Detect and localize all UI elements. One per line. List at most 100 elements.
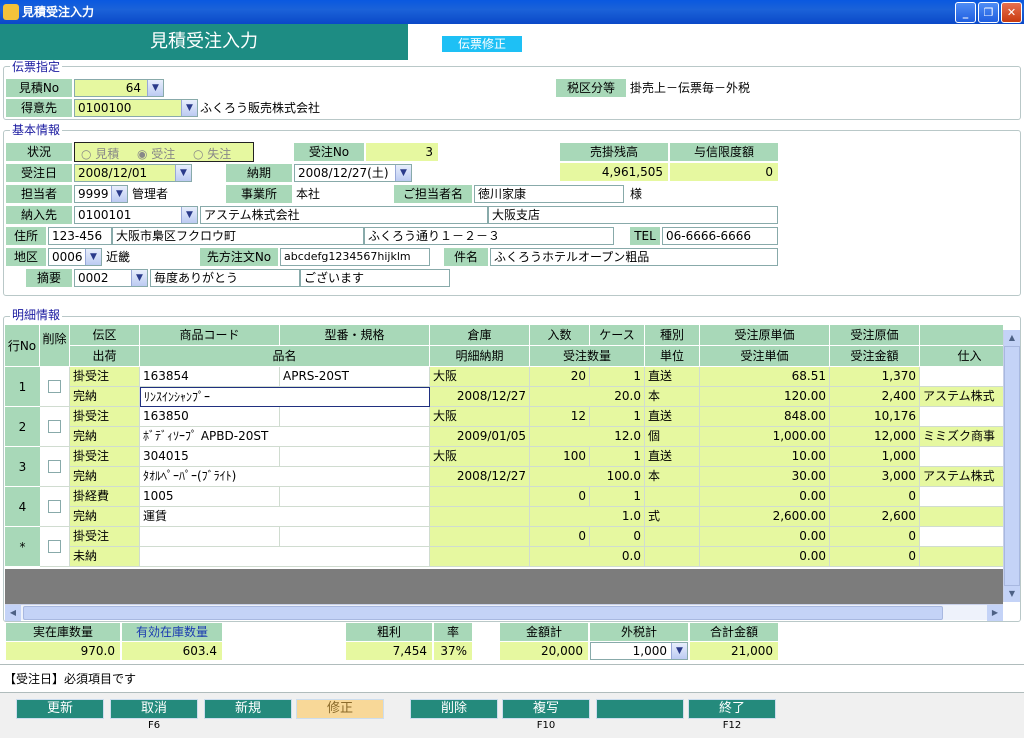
cell-tani[interactable] bbox=[645, 547, 700, 567]
cell-case[interactable]: 1 bbox=[590, 367, 645, 387]
cell-denku[interactable]: 掛受注 bbox=[70, 447, 140, 467]
fn-button-1[interactable]: 取消 bbox=[110, 699, 198, 719]
cell-soko[interactable]: 大阪 bbox=[430, 367, 530, 387]
cell-biko[interactable] bbox=[920, 367, 1003, 387]
cell-biko[interactable] bbox=[920, 527, 1003, 547]
cell-shukka[interactable]: 完納 bbox=[70, 427, 140, 447]
close-button[interactable]: ✕ bbox=[1001, 2, 1022, 23]
chevron-down-icon[interactable]: ▼ bbox=[181, 100, 197, 116]
chevron-down-icon[interactable]: ▼ bbox=[147, 80, 163, 96]
cell-tani[interactable]: 個 bbox=[645, 427, 700, 447]
cell-genka[interactable]: 1,000 bbox=[830, 447, 920, 467]
cell-iri[interactable]: 0 bbox=[530, 527, 590, 547]
cell-genka[interactable]: 1,370 bbox=[830, 367, 920, 387]
cell-shubetsu[interactable]: 直送 bbox=[645, 407, 700, 427]
cell-kata[interactable] bbox=[280, 447, 430, 467]
cell-kingaku[interactable]: 2,400 bbox=[830, 387, 920, 407]
kenmei-input[interactable]: ふくろうホテルオープン粗品 bbox=[490, 248, 778, 266]
cell-iri[interactable]: 20 bbox=[530, 367, 590, 387]
scroll-left-icon[interactable]: ◀ bbox=[5, 605, 21, 621]
cell-hinmei[interactable]: 運賃 bbox=[140, 507, 430, 527]
cell-tanka[interactable]: 120.00 bbox=[700, 387, 830, 407]
cell-code[interactable] bbox=[140, 527, 280, 547]
chevron-down-icon[interactable]: ▼ bbox=[181, 207, 197, 223]
tekiyo2-input[interactable]: ございます bbox=[300, 269, 450, 287]
cell-case[interactable]: 1 bbox=[590, 407, 645, 427]
cell-kingaku[interactable]: 3,000 bbox=[830, 467, 920, 487]
cell-hinmei[interactable]: ﾀｵﾙﾍﾟｰﾊﾟｰ(ﾌﾞﾗｲﾄ) bbox=[140, 467, 430, 487]
tekiyo-code-input[interactable]: 0002 ▼ bbox=[74, 269, 148, 287]
chiku-code-input[interactable]: 0006 ▼ bbox=[48, 248, 102, 266]
cell-hinmei[interactable] bbox=[140, 547, 430, 567]
minimize-button[interactable]: _ bbox=[955, 2, 976, 23]
cell-denku[interactable]: 掛受注 bbox=[70, 407, 140, 427]
tanto-code-input[interactable]: 9999 ▼ bbox=[74, 185, 128, 203]
cell-kata[interactable] bbox=[280, 407, 430, 427]
delete-checkbox[interactable] bbox=[48, 420, 61, 433]
fn-button-5[interactable]: 複写 bbox=[502, 699, 590, 719]
cell-kingaku[interactable]: 12,000 bbox=[830, 427, 920, 447]
cell-shiire[interactable] bbox=[920, 507, 1003, 527]
cell-shubetsu[interactable] bbox=[645, 527, 700, 547]
delete-checkbox[interactable] bbox=[48, 540, 61, 553]
scroll-thumb[interactable] bbox=[1004, 346, 1020, 586]
cell-shiire[interactable]: アステム株式 bbox=[920, 467, 1003, 487]
cell-iri[interactable]: 12 bbox=[530, 407, 590, 427]
cell-shubetsu[interactable]: 直送 bbox=[645, 447, 700, 467]
cell-biko[interactable] bbox=[920, 447, 1003, 467]
cell-iri[interactable]: 100 bbox=[530, 447, 590, 467]
row-number[interactable]: 1 bbox=[5, 367, 40, 407]
cell-biko[interactable] bbox=[920, 487, 1003, 507]
nonyu-name-input[interactable]: アステム株式会社 bbox=[200, 206, 488, 224]
cell-suryo[interactable]: 100.0 bbox=[530, 467, 645, 487]
cell-suryo[interactable]: 20.0 bbox=[530, 387, 645, 407]
cell-code[interactable]: 163854 bbox=[140, 367, 280, 387]
radio-mitsumori[interactable]: ○ 見積 bbox=[81, 145, 119, 162]
horizontal-scrollbar[interactable]: ◀ ▶ bbox=[5, 604, 1003, 621]
cell-code[interactable]: 304015 bbox=[140, 447, 280, 467]
zip-input[interactable]: 123-456 bbox=[48, 227, 112, 245]
cell-code[interactable]: 1005 bbox=[140, 487, 280, 507]
cell-kata[interactable] bbox=[280, 527, 430, 547]
fn-button-3[interactable]: 修正 bbox=[296, 699, 384, 719]
cell-case[interactable]: 0 bbox=[590, 527, 645, 547]
fn-button-6[interactable] bbox=[596, 699, 684, 719]
cell-soko[interactable]: 大阪 bbox=[430, 407, 530, 427]
cell-shubetsu[interactable]: 直送 bbox=[645, 367, 700, 387]
row-number[interactable]: 4 bbox=[5, 487, 40, 527]
cell-shiire[interactable] bbox=[920, 547, 1003, 567]
delete-checkbox[interactable] bbox=[48, 380, 61, 393]
gotanto-input[interactable]: 徳川家康 bbox=[474, 185, 624, 203]
chevron-down-icon[interactable]: ▼ bbox=[85, 249, 101, 265]
cell-kata[interactable] bbox=[280, 487, 430, 507]
cell-noki[interactable]: 2008/12/27 bbox=[430, 387, 530, 407]
cell-soko[interactable] bbox=[430, 527, 530, 547]
juchu-no-input[interactable]: 3 bbox=[366, 143, 438, 161]
fn-button-2[interactable]: 新規 bbox=[204, 699, 292, 719]
nonyu-branch-input[interactable]: 大阪支店 bbox=[488, 206, 778, 224]
mitsumori-no-input[interactable]: 64 ▼ bbox=[74, 79, 164, 97]
cell-case[interactable]: 1 bbox=[590, 447, 645, 467]
cell-genka[interactable]: 0 bbox=[830, 487, 920, 507]
scroll-up-icon[interactable]: ▲ bbox=[1004, 330, 1020, 346]
cell-denku[interactable]: 掛経費 bbox=[70, 487, 140, 507]
cell-iri[interactable]: 0 bbox=[530, 487, 590, 507]
cell-tanka[interactable]: 2,600.00 bbox=[700, 507, 830, 527]
cell-genka-tanka[interactable]: 68.51 bbox=[700, 367, 830, 387]
cell-suryo[interactable]: 1.0 bbox=[530, 507, 645, 527]
cell-biko[interactable] bbox=[920, 407, 1003, 427]
scroll-down-icon[interactable]: ▼ bbox=[1004, 586, 1020, 602]
row-number[interactable]: * bbox=[5, 527, 40, 567]
chevron-down-icon[interactable]: ▼ bbox=[111, 186, 127, 202]
cell-genka-tanka[interactable]: 0.00 bbox=[700, 527, 830, 547]
tekiyo1-input[interactable]: 毎度ありがとう bbox=[150, 269, 300, 287]
cell-code[interactable]: 163850 bbox=[140, 407, 280, 427]
noki-input[interactable]: 2008/12/27(土) ▼ bbox=[294, 164, 412, 182]
cell-denku[interactable]: 掛受注 bbox=[70, 367, 140, 387]
cell-shukka[interactable]: 完納 bbox=[70, 507, 140, 527]
cell-noki[interactable]: 2008/12/27 bbox=[430, 467, 530, 487]
cell-shukka[interactable]: 完納 bbox=[70, 467, 140, 487]
delete-checkbox[interactable] bbox=[48, 460, 61, 473]
fn-button-7[interactable]: 終了 bbox=[688, 699, 776, 719]
tel-input[interactable]: 06-6666-6666 bbox=[662, 227, 778, 245]
